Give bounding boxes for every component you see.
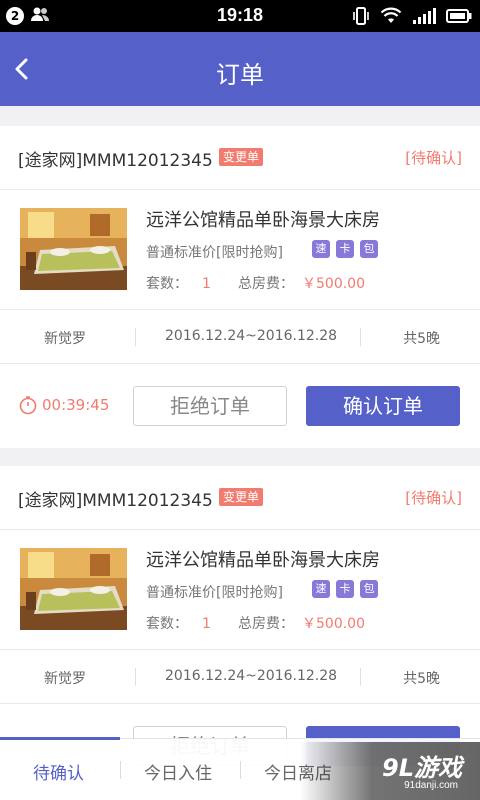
tag-card: 卡 [336, 580, 354, 598]
reject-order-button[interactable]: 拒绝订单 [133, 386, 287, 426]
total-price-value: ￥500.00 [302, 276, 365, 292]
stopwatch-icon [19, 396, 37, 415]
stay-details: 新觉罗 2016.12.24~2016.12.28 共5晚 [0, 650, 480, 704]
active-tab-indicator [0, 737, 120, 740]
order-actions: 00:39:45 拒绝订单 确认订单 [0, 364, 480, 448]
order-card[interactable]: [途家网]MMM12012345 变更单 [待确认] 远洋公馆精品单卧海景大床房… [0, 126, 480, 448]
navigation-bar: 订单 [0, 32, 480, 106]
divider [135, 328, 136, 346]
countdown-value: 00:39:45 [42, 396, 110, 414]
room-count-value: 1 [202, 616, 211, 632]
order-header: [途家网]MMM12012345 变更单 [待确认] [0, 466, 480, 530]
wifi-icon [380, 7, 402, 29]
hotel-room-photo [20, 208, 127, 290]
divider [240, 761, 241, 779]
watermark-url: 91danji.com [404, 780, 458, 791]
status-bar: 2 19:18 [0, 0, 480, 32]
tag-package: 包 [360, 580, 378, 598]
order-status: [待确认] [405, 489, 462, 507]
divider [120, 761, 121, 779]
tag-package: 包 [360, 240, 378, 258]
watermark-overlay: 9L游戏 91danji.com [300, 742, 480, 800]
hotel-name: 远洋公馆精品单卧海景大床房 [146, 550, 380, 571]
total-price: 总房费： ￥500.00 [238, 613, 365, 633]
stay-details: 新觉罗 2016.12.24~2016.12.28 共5晚 [0, 310, 480, 364]
order-number: [途家网]MMM12012345 [18, 491, 213, 511]
page-title: 订单 [216, 61, 264, 89]
night-count: 共5晚 [403, 671, 440, 687]
hotel-info[interactable]: 远洋公馆精品单卧海景大床房 普通标准价[限时抢购] 速 卡 包 套数： 1 总房费… [0, 530, 480, 650]
divider [360, 328, 361, 346]
tag-card: 卡 [336, 240, 354, 258]
tab-pending-confirmation[interactable]: 待确认 [33, 759, 84, 784]
room-count: 套数： 1 [146, 273, 211, 293]
room-rate-type: 普通标准价[限时抢购] [146, 585, 283, 601]
hotel-name: 远洋公馆精品单卧海景大床房 [146, 210, 380, 231]
vibrate-icon [352, 6, 370, 30]
total-price-value: ￥500.00 [302, 616, 365, 632]
room-count-value: 1 [202, 276, 211, 292]
room-count: 套数： 1 [146, 613, 211, 633]
hotel-info[interactable]: 远洋公馆精品单卧海景大床房 普通标准价[限时抢购] 速 卡 包 套数： 1 总房费… [0, 190, 480, 310]
signal-icon [412, 7, 436, 29]
hotel-room-photo [20, 548, 127, 630]
total-price-label: 总房费： [238, 616, 294, 632]
room-rate-type: 普通标准价[限时抢购] [146, 245, 283, 261]
battery-icon [446, 8, 472, 28]
change-order-badge: 变更单 [219, 148, 264, 166]
confirm-order-button[interactable]: 确认订单 [306, 386, 460, 426]
total-price-label: 总房费： [238, 276, 294, 292]
stay-dates: 2016.12.24~2016.12.28 [165, 668, 338, 684]
change-order-badge: 变更单 [219, 488, 264, 506]
tag-speed: 速 [312, 240, 330, 258]
room-count-label: 套数： [146, 276, 188, 292]
divider [360, 668, 361, 686]
tab-checkin-today[interactable]: 今日入住 [144, 759, 212, 784]
countdown-timer: 00:39:45 [18, 395, 109, 415]
stay-dates: 2016.12.24~2016.12.28 [165, 328, 338, 344]
tag-speed: 速 [312, 580, 330, 598]
order-status: [待确认] [405, 149, 462, 167]
room-count-label: 套数： [146, 616, 188, 632]
order-header: [途家网]MMM12012345 变更单 [待确认] [0, 126, 480, 190]
guest-name: 新觉罗 [44, 671, 86, 687]
divider [135, 668, 136, 686]
guest-name: 新觉罗 [44, 331, 86, 347]
watermark-logo: 9L游戏 [382, 754, 462, 782]
night-count: 共5晚 [403, 331, 440, 347]
order-number: [途家网]MMM12012345 [18, 151, 213, 171]
total-price: 总房费： ￥500.00 [238, 273, 365, 293]
